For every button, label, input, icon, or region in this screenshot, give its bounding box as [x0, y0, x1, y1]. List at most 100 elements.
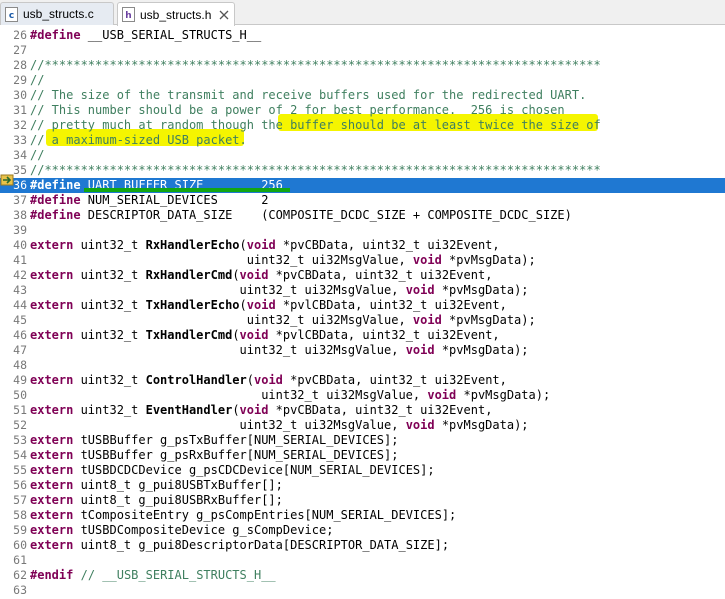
code-text: extern uint32_t ControlHandler(void *pvC…: [30, 373, 507, 388]
keyword-token: extern: [30, 328, 74, 342]
code-line[interactable]: 37 #define NUM_SERIAL_DEVICES 2: [0, 193, 725, 208]
code-text: uint32_t ui32MsgValue, void *pvMsgData);: [30, 253, 536, 268]
tab-usb-structs-h[interactable]: h usb_structs.h: [117, 2, 235, 26]
code-line[interactable]: 57 extern uint8_t g_pui8USBRxBuffer[];: [0, 493, 725, 508]
code-text: uint32_t ui32MsgValue, void *pvMsgData);: [30, 388, 550, 403]
code-line[interactable]: 38 #define DESCRIPTOR_DATA_SIZE (COMPOSIT…: [0, 208, 725, 223]
code-text: uint32_t ui32MsgValue, void *pvMsgData);: [30, 313, 536, 328]
code-line[interactable]: 62 #endif // __USB_SERIAL_STRUCTS_H__: [0, 568, 725, 583]
keyword-token: #define: [30, 208, 81, 222]
keyword-token: void: [239, 328, 269, 342]
code-text: uint32_t ui32MsgValue, void *pvMsgData);: [30, 343, 529, 358]
code-token: (: [246, 373, 254, 387]
code-token: uint8_t g_pui8USBTxBuffer[];: [73, 478, 283, 492]
code-text: uint32_t ui32MsgValue, void *pvMsgData);: [30, 283, 529, 298]
line-number: 29: [13, 73, 27, 87]
line-number: 43: [13, 283, 27, 297]
code-token: uint32_t ui32MsgValue,: [30, 313, 413, 327]
keyword-token: #endif: [30, 568, 74, 582]
keyword-token: extern: [30, 463, 74, 477]
code-text: extern tUSBDCDCDevice g_psCDCDevice[NUM_…: [30, 463, 435, 478]
code-token: tUSBBuffer g_psRxBuffer[NUM_SERIAL_DEVIC…: [73, 448, 399, 462]
code-line[interactable]: 39: [0, 223, 725, 238]
code-line[interactable]: 55 extern tUSBDCDCDevice g_psCDCDevice[NU…: [0, 463, 725, 478]
code-line[interactable]: 61: [0, 553, 725, 568]
function-name-token: ControlHandler: [145, 373, 247, 387]
keyword-token: void: [405, 418, 435, 432]
code-token: *pvlCBData, uint32_t ui32Event,: [268, 328, 500, 342]
code-token: tUSBDCompositeDevice g_sCompDevice;: [73, 523, 334, 537]
line-number: 63: [13, 583, 27, 597]
code-line[interactable]: 56 extern uint8_t g_pui8USBTxBuffer[];: [0, 478, 725, 493]
line-number: 54: [13, 448, 27, 462]
code-line[interactable]: 29//: [0, 73, 725, 88]
svg-text:h: h: [125, 11, 131, 21]
comment-token: //: [30, 73, 45, 87]
function-name-token: RxHandlerCmd: [145, 268, 233, 282]
line-number: 46: [13, 328, 27, 342]
code-token: uint32_t: [73, 373, 146, 387]
code-text: uint32_t ui32MsgValue, void *pvMsgData);: [30, 418, 529, 433]
code-line[interactable]: 53 extern tUSBBuffer g_psTxBuffer[NUM_SER…: [0, 433, 725, 448]
code-line[interactable]: 26 #define __USB_SERIAL_STRUCTS_H__: [0, 28, 725, 43]
editor-tab-bar: c usb_structs.c h usb_structs.h: [0, 0, 725, 26]
code-line[interactable]: 41 uint32_t ui32MsgValue, void *pvMsgDat…: [0, 253, 725, 268]
code-line[interactable]: 42 extern uint32_t RxHandlerCmd(void *pvC…: [0, 268, 725, 283]
line-number: 61: [13, 553, 27, 567]
function-name-token: TxHandlerEcho: [145, 298, 240, 312]
code-line[interactable]: 52 uint32_t ui32MsgValue, void *pvMsgDat…: [0, 418, 725, 433]
code-line[interactable]: 47 uint32_t ui32MsgValue, void *pvMsgDat…: [0, 343, 725, 358]
code-line[interactable]: 58 extern tCompositeEntry g_psCompEntries…: [0, 508, 725, 523]
code-line[interactable]: 45 uint32_t ui32MsgValue, void *pvMsgDat…: [0, 313, 725, 328]
code-line[interactable]: 43 uint32_t ui32MsgValue, void *pvMsgDat…: [0, 283, 725, 298]
code-line[interactable]: 54 extern tUSBBuffer g_psRxBuffer[NUM_SER…: [0, 448, 725, 463]
code-line[interactable]: 35//************************************…: [0, 163, 725, 178]
code-line[interactable]: 60 extern uint8_t g_pui8DescriptorData[DE…: [0, 538, 725, 553]
code-line[interactable]: 63: [0, 583, 725, 598]
code-line[interactable]: 49 extern uint32_t ControlHandler(void *p…: [0, 373, 725, 388]
code-editor[interactable]: 26 #define __USB_SERIAL_STRUCTS_H__ 27 28//…: [0, 26, 725, 599]
keyword-token: extern: [30, 403, 74, 417]
code-token: tUSBBuffer g_psTxBuffer[NUM_SERIAL_DEVIC…: [73, 433, 399, 447]
keyword-token: extern: [30, 448, 74, 462]
close-icon[interactable]: [219, 10, 229, 20]
keyword-token: extern: [30, 238, 74, 252]
code-token: tCompositeEntry g_psCompEntries[NUM_SERI…: [73, 508, 457, 522]
code-line[interactable]: 32// pretty much at random though the bu…: [0, 118, 725, 133]
keyword-token: extern: [30, 523, 74, 537]
code-token: uint32_t ui32MsgValue,: [30, 343, 406, 357]
code-line[interactable]: 31// This number should be a power of 2 …: [0, 103, 725, 118]
code-text: extern uint32_t RxHandlerEcho(void *pvCB…: [30, 238, 500, 253]
keyword-token: void: [412, 313, 442, 327]
code-line[interactable]: 34//: [0, 148, 725, 163]
code-line[interactable]: 50 uint32_t ui32MsgValue, void *pvMsgDat…: [0, 388, 725, 403]
code-token: uint32_t: [73, 328, 146, 342]
comment-token: //: [30, 148, 45, 162]
code-text: #define __USB_SERIAL_STRUCTS_H__: [30, 28, 261, 43]
code-line[interactable]: 33// a maximum-sized USB packet.: [0, 133, 725, 148]
code-text: // This number should be a power of 2 fo…: [30, 103, 565, 118]
code-line[interactable]: 51 extern uint32_t EventHandler(void *pvC…: [0, 403, 725, 418]
tab-usb-structs-c[interactable]: c usb_structs.c: [0, 2, 114, 25]
code-line[interactable]: 46 extern uint32_t TxHandlerCmd(void *pvl…: [0, 328, 725, 343]
code-text: //: [30, 148, 44, 163]
code-token: *pvMsgData);: [441, 253, 536, 267]
comment-token: // __USB_SERIAL_STRUCTS_H__: [80, 568, 276, 582]
code-line[interactable]: 28//************************************…: [0, 58, 725, 73]
code-line[interactable]: 40 extern uint32_t RxHandlerEcho(void *pv…: [0, 238, 725, 253]
code-line[interactable]: 44 extern uint32_t TxHandlerEcho(void *pv…: [0, 298, 725, 313]
line-number: 55: [13, 463, 27, 477]
line-number: 32: [13, 118, 27, 132]
code-line[interactable]: 59 extern tUSBDCompositeDevice g_sCompDev…: [0, 523, 725, 538]
code-line[interactable]: 30// The size of the transmit and receiv…: [0, 88, 725, 103]
line-number: 49: [13, 373, 27, 387]
code-text: extern tUSBBuffer g_psTxBuffer[NUM_SERIA…: [30, 433, 398, 448]
code-line[interactable]: 27: [0, 43, 725, 58]
line-number: 27: [13, 43, 27, 57]
line-number: 52: [13, 418, 27, 432]
code-token: uint32_t: [73, 298, 146, 312]
code-line[interactable]: 48: [0, 358, 725, 373]
keyword-token: extern: [30, 493, 74, 507]
keyword-token: extern: [30, 433, 74, 447]
